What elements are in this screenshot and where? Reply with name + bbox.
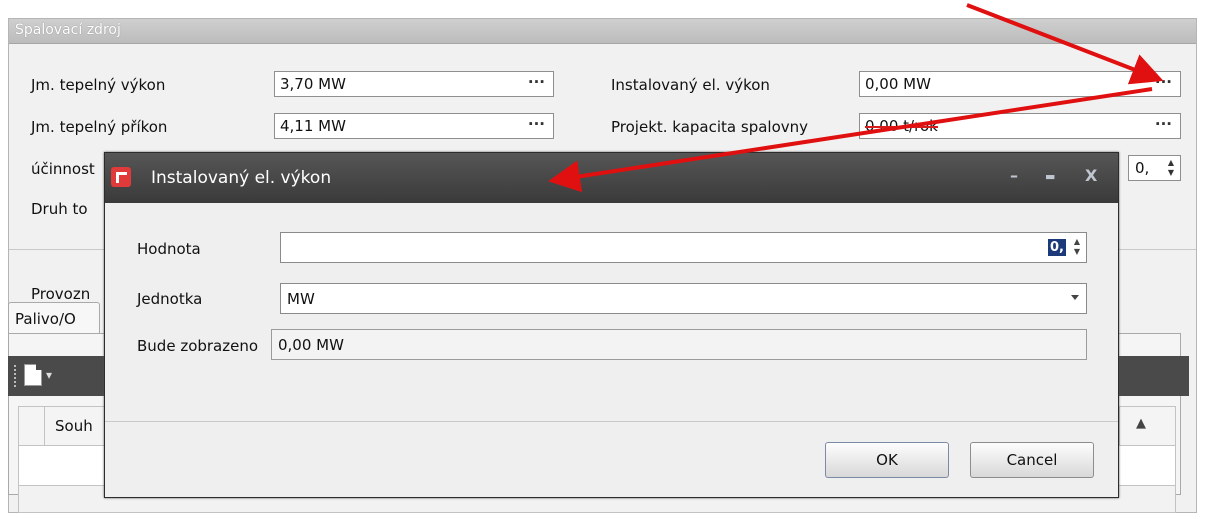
chevron-down-icon[interactable]	[1071, 295, 1079, 300]
label-value: Hodnota	[137, 240, 201, 258]
label-display-preview: Bude zobrazeno	[137, 337, 259, 355]
ellipsis-button[interactable]: ···	[1155, 73, 1172, 91]
panel-header: Spalovací zdroj	[9, 19, 1196, 44]
label-thermal-input: Jm. tepelný příkon	[31, 118, 168, 136]
cancel-button[interactable]: Cancel	[970, 442, 1094, 478]
display-preview-value: 0,00 MW	[278, 336, 344, 354]
installed-el-output-value: 0,00 MW	[865, 75, 931, 93]
unit-select-value: MW	[287, 290, 315, 308]
label-thermal-output: Jm. tepelný výkon	[31, 76, 166, 94]
thermal-output-field[interactable]: 3,70 MW ···	[274, 71, 554, 97]
panel-title: Spalovací zdroj	[15, 22, 121, 38]
cancel-button-label: Cancel	[1006, 451, 1058, 469]
label-fuel-type: Druh to	[31, 200, 88, 218]
label-project-capacity: Projekt. kapacita spalovny	[611, 118, 809, 136]
grid-row-selector-header[interactable]	[19, 407, 45, 445]
thermal-input-value: 4,11 MW	[280, 117, 346, 135]
spin-arrows-icon[interactable]: ▲ ▼	[1166, 158, 1176, 178]
app-icon	[111, 167, 131, 187]
ok-button-label: OK	[876, 451, 898, 469]
dialog-title-bar[interactable]: Instalovaný el. výkon – ▬ X	[105, 153, 1118, 203]
ellipsis-button[interactable]: ···	[528, 115, 545, 133]
top-strip	[0, 0, 1205, 18]
value-input[interactable]: 0, ▲ ▼	[280, 232, 1087, 263]
project-capacity-value: 0,00 t/rok	[865, 117, 938, 135]
spin-arrows-icon[interactable]: ▲ ▼	[1072, 237, 1082, 257]
ellipsis-button[interactable]: ···	[1155, 115, 1172, 133]
close-icon[interactable]: X	[1085, 166, 1097, 185]
label-operation: Provozn	[31, 285, 91, 303]
dialog-title: Instalovaný el. výkon	[151, 168, 332, 188]
tab-fuel-label: Palivo/O	[15, 310, 76, 328]
minimize-icon[interactable]: –	[1010, 166, 1018, 185]
maximize-icon[interactable]: ▬	[1045, 170, 1055, 183]
thermal-output-value: 3,70 MW	[280, 75, 346, 93]
label-installed-el-output: Instalovaný el. výkon	[611, 76, 770, 94]
installed-el-output-dialog: Instalovaný el. výkon – ▬ X Hodnota 0, ▲…	[104, 152, 1119, 498]
value-selection: 0,	[1048, 239, 1066, 256]
project-capacity-field[interactable]: 0,00 t/rok ···	[859, 113, 1181, 139]
efficiency-spinner[interactable]: 0, ▲ ▼	[1128, 155, 1181, 181]
ok-button[interactable]: OK	[825, 442, 949, 478]
dialog-footer-divider	[105, 421, 1118, 422]
grid-column-header[interactable]: Souh	[55, 417, 93, 435]
efficiency-spinner-value: 0,	[1135, 159, 1150, 177]
thermal-input-field[interactable]: 4,11 MW ···	[274, 113, 554, 139]
label-efficiency: účinnost	[31, 160, 95, 178]
sort-up-icon: ▲	[1136, 416, 1146, 431]
installed-el-output-field[interactable]: 0,00 MW ···	[859, 71, 1181, 97]
tab-fuel[interactable]: Palivo/O	[8, 302, 100, 334]
dropdown-arrow-icon[interactable]: ▾	[46, 368, 52, 382]
new-document-icon[interactable]	[24, 364, 42, 386]
unit-select[interactable]: MW	[280, 283, 1087, 314]
sort-button[interactable]: ▲	[1119, 407, 1171, 445]
toolbar-grip-icon[interactable]	[14, 365, 18, 387]
display-preview-field: 0,00 MW	[271, 329, 1087, 360]
label-unit: Jednotka	[137, 290, 203, 308]
ellipsis-button[interactable]: ···	[528, 73, 545, 91]
